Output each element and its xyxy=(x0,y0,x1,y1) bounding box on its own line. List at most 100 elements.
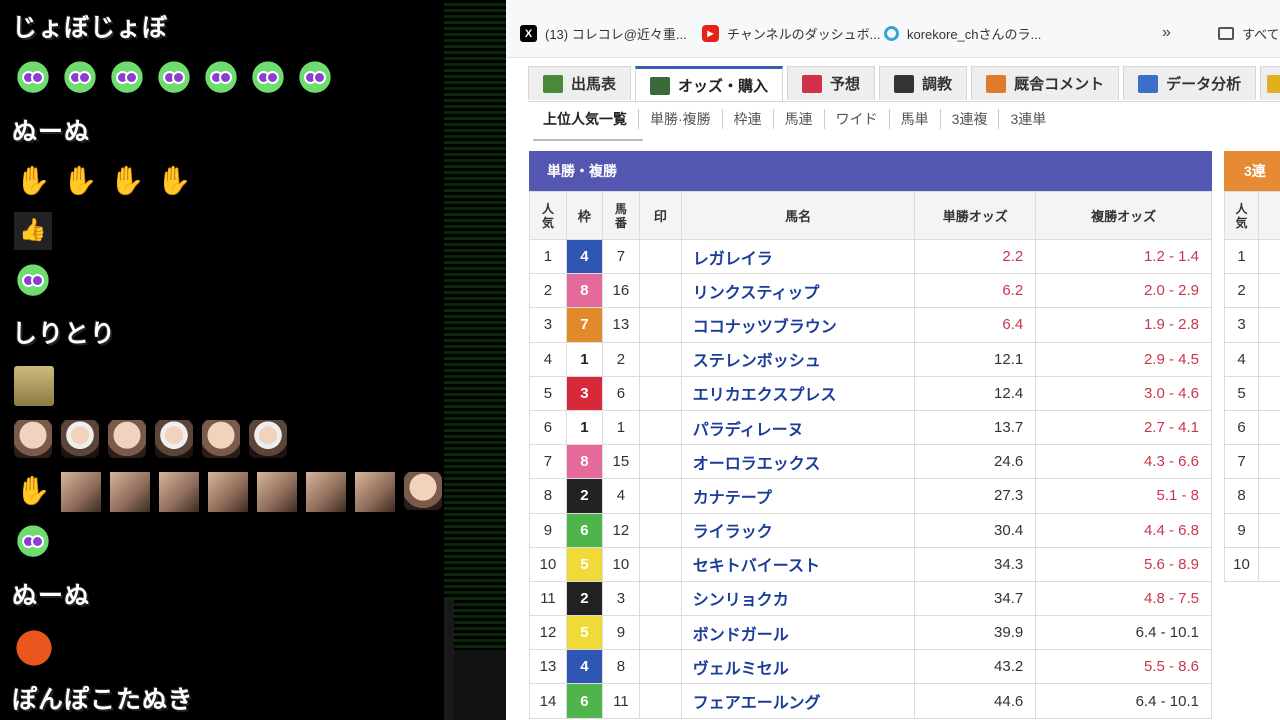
bookmark-youtube[interactable]: ▶ チャンネルのダッシュボ... xyxy=(702,24,880,43)
tab-stopwatch[interactable]: 調教 xyxy=(879,66,968,100)
subtab-1[interactable]: 単勝·複勝 xyxy=(638,109,722,129)
place-odds-cell: 5.5 - 8.6 xyxy=(1035,649,1212,685)
horse-name-link[interactable]: ライラック xyxy=(680,512,916,548)
mark-cell[interactable] xyxy=(638,238,682,275)
horse-number-cell: 2 xyxy=(601,341,640,377)
blank-cell xyxy=(1258,444,1280,480)
mark-cell[interactable] xyxy=(638,546,682,582)
horse-name-link[interactable]: リンクスティップ xyxy=(680,273,916,309)
rank-cell: 10 xyxy=(529,546,567,582)
tab-target[interactable]: 予想 xyxy=(787,66,876,100)
table-row[interactable]: 8 2 4 カナテープ 27.3 5.1 - 8 xyxy=(529,478,1212,514)
subtab-3[interactable]: 馬連 xyxy=(772,109,824,129)
mark-cell[interactable] xyxy=(638,409,682,446)
rank-cell: 6 xyxy=(1224,409,1259,446)
tab-table[interactable]: 出馬表 xyxy=(528,66,632,100)
odds-icon xyxy=(650,76,671,95)
horse-name-link[interactable]: エリカエクスプレス xyxy=(680,375,916,411)
wave-hand-icon: ✋ xyxy=(156,164,192,197)
bookmark-label: チャンネルのダッシュボ... xyxy=(727,27,881,42)
horse-number-cell: 13 xyxy=(601,307,640,343)
win-odds-cell: 34.7 xyxy=(914,580,1037,617)
mark-cell[interactable] xyxy=(638,273,682,309)
table-row[interactable]: 9 6 12 ライラック 30.4 4.4 - 6.8 xyxy=(529,512,1212,548)
face-icon xyxy=(14,420,52,458)
rank-cell: 3 xyxy=(1224,307,1259,343)
subtab-0[interactable]: 上位人気一覧 xyxy=(532,109,638,129)
tab-bar-chart[interactable]: データ分析 xyxy=(1123,66,1257,100)
folder-icon xyxy=(1218,27,1234,40)
subtab-active-underline xyxy=(533,139,643,141)
subtab-5[interactable]: 馬単 xyxy=(888,109,940,129)
rank-cell: 2 xyxy=(1224,273,1259,309)
win-odds-cell: 39.9 xyxy=(914,615,1037,651)
mark-cell[interactable] xyxy=(638,341,682,377)
horse-name-link[interactable]: レガレイラ xyxy=(680,238,916,275)
table-row[interactable]: 2 8 16 リンクスティップ 6.2 2.0 - 2.9 xyxy=(529,273,1212,309)
table-row: 3 xyxy=(1224,307,1280,343)
rank-cell: 1 xyxy=(1224,238,1259,275)
horse-number-cell: 12 xyxy=(601,512,640,548)
subtab-2[interactable]: 枠連 xyxy=(721,109,773,129)
waku-cell: 7 xyxy=(565,307,603,343)
tab-overflow[interactable] xyxy=(1260,66,1280,100)
thumbs-up-icon: 👍 xyxy=(14,212,52,250)
tab-stable[interactable]: 厩舎コメント xyxy=(971,66,1120,100)
subtab-4[interactable]: ワイド xyxy=(823,109,889,129)
mark-cell[interactable] xyxy=(638,375,682,411)
table-row[interactable]: 5 3 6 エリカエクスプレス 12.4 3.0 - 4.6 xyxy=(529,375,1212,411)
bookmark-korekore[interactable]: korekore_chさんのラ... xyxy=(884,24,1041,43)
mark-cell[interactable] xyxy=(638,478,682,514)
mark-cell[interactable] xyxy=(638,615,682,651)
subtab-7[interactable]: 3連単 xyxy=(998,109,1057,129)
bookmark-x[interactable]: X (13) コレコレ@近々重... xyxy=(520,24,687,43)
horse-name-link[interactable]: パラディレーヌ xyxy=(680,409,916,446)
face-icon xyxy=(202,420,240,458)
win-odds-cell: 12.1 xyxy=(914,341,1037,377)
green-blob-icon xyxy=(249,60,287,98)
horse-name-link[interactable]: ボンドガール xyxy=(680,615,916,651)
header-number: 馬 番 xyxy=(601,191,640,240)
tab-odds[interactable]: オッズ・購入 xyxy=(635,66,784,102)
horse-name-link[interactable]: ステレンボッシュ xyxy=(680,341,916,377)
chat-emote-row xyxy=(14,366,54,406)
waku-badge: 5 xyxy=(566,616,602,650)
chat-emote-row xyxy=(14,420,287,458)
waku-cell: 2 xyxy=(565,478,603,514)
blank-cell xyxy=(1258,375,1280,411)
waku-cell: 3 xyxy=(565,375,603,411)
mark-cell[interactable] xyxy=(638,649,682,685)
table-row[interactable]: 1 4 7 レガレイラ 2.2 1.2 - 1.4 xyxy=(529,238,1212,275)
table-row[interactable]: 4 1 2 ステレンボッシュ 12.1 2.9 - 4.5 xyxy=(529,341,1212,377)
subtab-6[interactable]: 3連複 xyxy=(939,109,999,129)
wave-hand-icon: ✋ xyxy=(15,164,51,197)
table-row[interactable]: 6 1 1 パラディレーヌ 13.7 2.7 - 4.1 xyxy=(529,409,1212,446)
table-row[interactable]: 12 5 9 ボンドガール 39.9 6.4 - 10.1 xyxy=(529,615,1212,651)
waku-badge: 7 xyxy=(566,308,602,342)
horse-name-link[interactable]: セキトバイースト xyxy=(680,546,916,582)
horse-name-link[interactable]: ヴェルミセル xyxy=(680,649,916,685)
mark-cell[interactable] xyxy=(638,683,682,719)
waku-badge: 1 xyxy=(566,410,602,445)
table-row[interactable]: 14 6 11 フェアエールング 44.6 6.4 - 10.1 xyxy=(529,683,1212,719)
horse-name-link[interactable]: ココナッツブラウン xyxy=(680,307,916,343)
table-row[interactable]: 11 2 3 シンリョクカ 34.7 4.8 - 7.5 xyxy=(529,580,1212,617)
horse-name-link[interactable]: フェアエールング xyxy=(680,683,916,719)
chat-emote-row: ✋ ✋ ✋ ✋ xyxy=(14,162,193,200)
mark-cell[interactable] xyxy=(638,307,682,343)
table-row[interactable]: 10 5 10 セキトバイースト 34.3 5.6 - 8.9 xyxy=(529,546,1212,582)
horse-name-link[interactable]: オーロラエックス xyxy=(680,444,916,480)
waku-badge: 3 xyxy=(566,376,602,410)
table-row[interactable]: 7 8 15 オーロラエックス 24.6 4.3 - 6.6 xyxy=(529,444,1212,480)
table-row[interactable]: 13 4 8 ヴェルミセル 43.2 5.5 - 8.6 xyxy=(529,649,1212,685)
ring-icon xyxy=(884,26,899,41)
horse-name-link[interactable]: カナテープ xyxy=(680,478,916,514)
all-bookmarks-folder[interactable]: すべて xyxy=(1218,24,1280,43)
mark-cell[interactable] xyxy=(638,580,682,617)
bookmarks-overflow-button[interactable]: » xyxy=(1162,24,1171,42)
mark-cell[interactable] xyxy=(638,512,682,548)
mark-cell[interactable] xyxy=(638,444,682,480)
table-row[interactable]: 3 7 13 ココナッツブラウン 6.4 1.9 - 2.8 xyxy=(529,307,1212,343)
green-blob-icon xyxy=(61,60,99,98)
horse-name-link[interactable]: シンリョクカ xyxy=(680,580,916,617)
